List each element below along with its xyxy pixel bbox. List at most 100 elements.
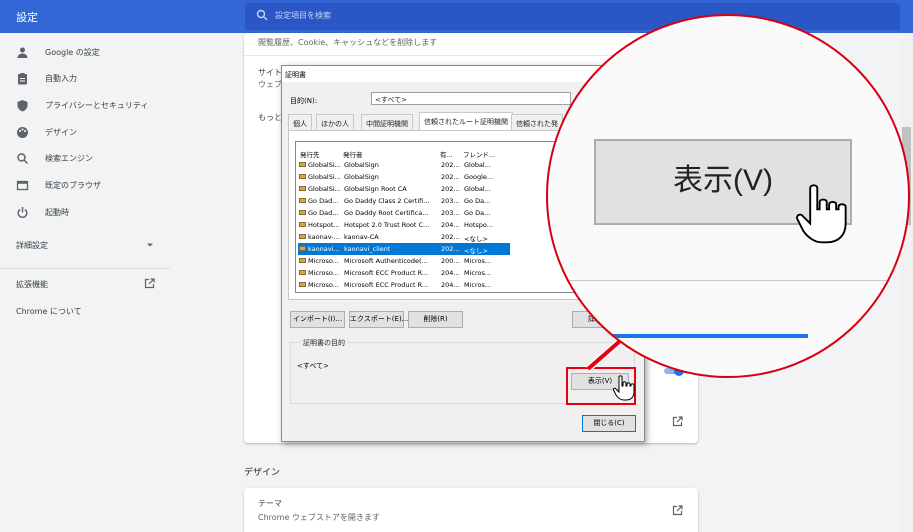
certificate-icon <box>299 246 306 251</box>
cell-exp: 204... <box>441 269 460 277</box>
cell-name: Google... <box>464 173 494 181</box>
certificate-row[interactable]: GlobalSi... GlobalSign 202... Global... <box>298 159 510 171</box>
cell-by: kaonav-CA <box>344 233 379 241</box>
cell-exp: 202... <box>441 245 460 253</box>
certificate-row[interactable]: kaonav-... kaonav-CA 202... <なし> <box>298 231 510 243</box>
sidebar-divider <box>0 268 170 269</box>
certificate-row[interactable]: GlobalSi... GlobalSign Root CA 202... Globa… <box>298 183 510 195</box>
certificate-row[interactable]: Go Dad... Go Daddy Class 2 Certifi... 203.… <box>298 195 510 207</box>
certificate-row[interactable]: Go Dad... Go Daddy Root Certifica... 203..… <box>298 207 510 219</box>
cell-by: GlobalSign Root CA <box>344 185 407 193</box>
certificate-row[interactable]: Microso... Microsoft ECC Product R... 204.… <box>298 279 510 291</box>
theme-label: テーマ <box>258 499 282 508</box>
theme-card[interactable]: テーマ Chrome ウェブストアを開きます <box>244 488 698 532</box>
cell-by: GlobalSign <box>344 161 379 169</box>
cell-exp: 202... <box>441 185 460 193</box>
certificate-row[interactable]: kaonavi... kaonavi_client 202... <なし> <box>298 243 510 255</box>
scrollbar[interactable] <box>900 33 913 532</box>
search-box[interactable]: 設定項目を検索 <box>245 3 900 30</box>
col-expiry[interactable]: 有... <box>440 149 453 159</box>
col-issued-by[interactable]: 発行者 <box>343 149 363 159</box>
cell-by: Go Daddy Root Certifica... <box>344 209 429 217</box>
sidebar-item-google[interactable]: Google の設定 <box>0 40 170 66</box>
cell-to: Go Dad... <box>308 209 339 217</box>
tab-trusted-root[interactable]: 信頼されたルート証明機関 <box>419 112 513 131</box>
magnifier-circle: 表示(V) <box>546 14 910 378</box>
cell-name: <なし> <box>464 235 488 243</box>
open-in-new-icon[interactable] <box>144 278 155 289</box>
palette-icon <box>17 127 28 138</box>
sidebar-item-design[interactable]: デザイン <box>0 120 170 146</box>
clear-browsing-desc: 閲覧履歴、Cookie、キャッシュなどを削除します <box>258 38 438 47</box>
col-friendly-name[interactable]: フレンド... <box>463 149 495 159</box>
certificate-icon <box>299 210 306 215</box>
purpose-select[interactable]: <すべて> <box>371 92 571 105</box>
cell-to: kaonavi... <box>308 245 340 253</box>
group-value: <すべて> <box>297 362 329 370</box>
sidebar-item-label: 起動時 <box>45 208 69 217</box>
search-input[interactable]: 設定項目を検索 <box>275 10 331 21</box>
certificate-icon <box>299 222 306 227</box>
col-issued-to[interactable]: 発行先 <box>300 149 320 159</box>
tab-others[interactable]: ほかの人 <box>316 114 354 130</box>
sidebar-about[interactable]: Chrome について <box>16 306 82 317</box>
certificate-row[interactable]: Microso... Microsoft Authenticode(... 200.… <box>298 255 510 267</box>
export-button[interactable]: エクスポート(E)... <box>349 311 408 328</box>
certificate-icon <box>299 258 306 263</box>
tab-label: 個人 <box>293 120 307 128</box>
certificate-icon <box>299 198 306 203</box>
site-settings-label[interactable]: サイト <box>258 67 282 78</box>
sidebar-item-privacy[interactable]: プライバシーとセキュリティ <box>0 93 170 119</box>
certificate-icon <box>299 162 306 167</box>
cell-by: Hotspot 2.0 Trust Root C... <box>344 221 430 229</box>
remove-button[interactable]: 削除(R) <box>408 311 463 328</box>
cell-to: Microso... <box>308 257 339 265</box>
sidebar-extensions[interactable]: 拡張機能 <box>16 279 48 290</box>
clipboard-icon <box>18 73 27 85</box>
sidebar-item-label: デザイン <box>45 128 77 137</box>
sidebar-advanced[interactable]: 詳細設定 <box>16 240 48 251</box>
cell-exp: 202... <box>441 173 460 181</box>
import-button[interactable]: インポート(I)... <box>290 311 345 328</box>
group-title: 証明書の目的 <box>301 338 347 348</box>
pointer-hand-icon <box>613 375 635 401</box>
cell-exp: 204... <box>441 281 460 289</box>
tab-intermediate[interactable]: 中間証明機関 <box>361 114 413 130</box>
sidebar-item-autofill[interactable]: 自動入力 <box>0 66 170 92</box>
tab-trusted-publishers[interactable]: 信頼された発 <box>511 114 563 130</box>
shield-icon <box>17 100 28 112</box>
cell-name: Go Da... <box>464 197 491 205</box>
cell-exp: 202... <box>441 233 460 241</box>
cell-name: Micros... <box>464 281 492 289</box>
certificate-row[interactable]: GlobalSi... GlobalSign 202... Google... <box>298 171 510 183</box>
sidebar-item-search-engine[interactable]: 検索エンジン <box>0 146 170 172</box>
cell-to: Go Dad... <box>308 197 339 205</box>
close-button[interactable]: 閉じる(C) <box>582 415 636 432</box>
sidebar-item-label: 検索エンジン <box>45 154 93 163</box>
cell-name: Hotspo... <box>464 221 493 229</box>
open-in-new-icon[interactable] <box>672 505 683 516</box>
purpose-label: 目的(N): <box>290 97 318 105</box>
certificate-row[interactable]: Hotspot... Hotspot 2.0 Trust Root C... 204… <box>298 219 510 231</box>
sidebar-item-startup[interactable]: 起動時 <box>0 200 170 226</box>
chevron-down-icon[interactable] <box>146 242 154 248</box>
open-in-new-icon[interactable] <box>672 416 683 427</box>
certificate-row[interactable]: Microso... Microsoft ECC Product R... 204.… <box>298 267 510 279</box>
theme-desc: Chrome ウェブストアを開きます <box>258 513 380 522</box>
cell-to: Hotspot... <box>308 221 340 229</box>
sidebar-advanced-label: 詳細設定 <box>16 241 48 250</box>
tab-personal[interactable]: 個人 <box>288 114 312 130</box>
sidebar-extensions-label: 拡張機能 <box>16 280 48 289</box>
cell-exp: 203... <box>441 197 460 205</box>
search-icon <box>17 153 29 165</box>
more-label[interactable]: もっと <box>258 112 282 123</box>
dialog-title: 証明書 <box>285 71 306 79</box>
sidebar-item-label: Google の設定 <box>45 48 100 57</box>
cell-name: <なし> <box>464 247 488 255</box>
sidebar-item-default-browser[interactable]: 既定のブラウザ <box>0 173 170 199</box>
sidebar-item-label: 自動入力 <box>45 74 77 83</box>
cell-by: Microsoft Authenticode(... <box>344 257 428 265</box>
sidebar: Google の設定 自動入力 プライバシーとセキュリティ デザイン 検索エンジ… <box>0 33 170 532</box>
purpose-value: <すべて> <box>375 96 407 104</box>
cell-by: Microsoft ECC Product R... <box>344 269 429 277</box>
